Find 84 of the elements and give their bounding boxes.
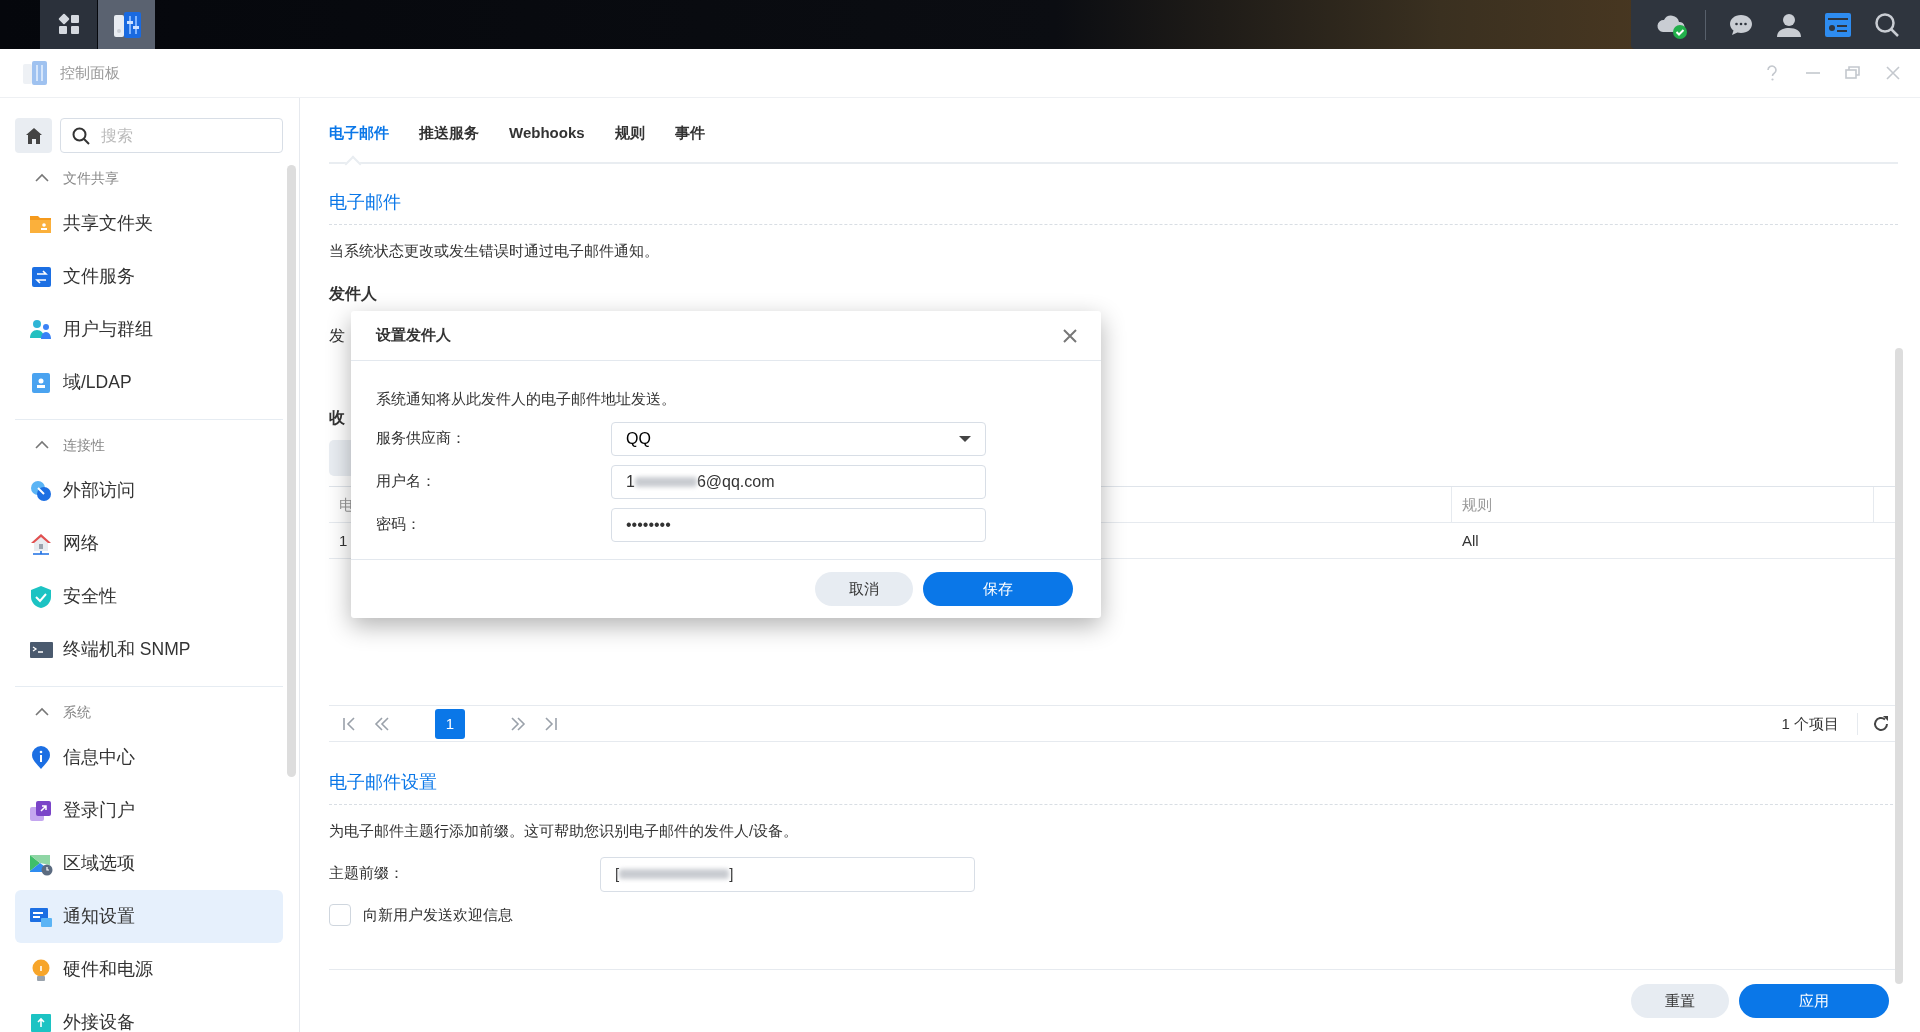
next-page-icon[interactable] <box>509 714 527 733</box>
restore-icon[interactable] <box>1844 64 1862 82</box>
chevron-icon <box>35 440 49 450</box>
taskbar-app-button[interactable] <box>98 0 155 49</box>
provider-dropdown[interactable]: QQ <box>611 421 986 456</box>
users-icon <box>29 317 53 342</box>
control-panel-icon <box>22 60 48 86</box>
sidebar-item[interactable]: 网络 <box>15 517 283 570</box>
sidebar-item[interactable]: 硬件和电源 <box>15 943 283 996</box>
home-button[interactable] <box>15 118 52 153</box>
house-icon <box>29 531 53 556</box>
subsection-heading: 收 <box>329 408 345 429</box>
control-panel-icon <box>112 10 141 39</box>
sidebar-item[interactable]: 外部访问 <box>15 464 283 517</box>
close-icon[interactable] <box>1063 328 1077 343</box>
tab[interactable]: 事件 <box>674 121 720 162</box>
shield-check-icon <box>29 584 53 609</box>
taskbar-app-button[interactable] <box>40 0 97 49</box>
description-text: 当系统状态更改或发生错误时通过电子邮件通知。 <box>329 241 660 261</box>
sidebar-item[interactable]: 外接设备 <box>15 996 283 1032</box>
field-value: •••••••• <box>626 514 671 535</box>
sidebar-item[interactable]: 信息中心 <box>15 731 283 784</box>
apps-grid-icon <box>56 12 81 37</box>
reset-button[interactable]: 重置 <box>1631 984 1729 1018</box>
sidebar-item[interactable]: 区域选项 <box>15 837 283 890</box>
field-value: 6@qq.com <box>696 471 775 492</box>
sidebar-item[interactable]: 共享文件夹 <box>15 197 283 250</box>
section-heading: 电子邮件 <box>329 164 1898 225</box>
subject-prefix-field[interactable]: [ ] <box>600 856 975 892</box>
sidebar-item[interactable]: 安全性 <box>15 570 283 623</box>
username-field[interactable]: 1 6@qq.com <box>611 464 986 499</box>
section-header[interactable]: 系统 <box>15 693 97 731</box>
apply-button[interactable]: 应用 <box>1739 984 1889 1018</box>
sidebar-item[interactable]: 通知设置 <box>15 890 283 943</box>
refresh-icon[interactable] <box>1872 714 1890 733</box>
description-text: 系统通知将从此发件人的电子邮件地址发送。 <box>376 390 677 409</box>
table-cell-text: All <box>1462 530 1479 551</box>
field-value: 1 <box>626 471 635 492</box>
field-label: 用户名： <box>376 471 437 491</box>
widgets-icon[interactable] <box>1824 11 1852 38</box>
field-label: 主题前缀： <box>329 864 405 884</box>
field-label: 服务供应商： <box>376 428 467 448</box>
blurred-text <box>634 476 697 487</box>
subsection-heading: 发件人 <box>329 284 378 305</box>
window-title: 控制面板 <box>60 62 120 83</box>
home-icon <box>24 126 43 145</box>
sidebar-item[interactable]: 域/LDAP <box>15 356 283 409</box>
chevron-icon <box>35 707 49 717</box>
tab[interactable]: 规则 <box>614 121 660 162</box>
info-pin-icon <box>29 745 53 770</box>
field-value: ] <box>729 863 734 884</box>
contact-card-icon <box>29 370 53 395</box>
portal-arrow-icon <box>29 798 53 823</box>
caret-icon <box>959 435 971 442</box>
tab[interactable]: 推送服务 <box>419 121 494 162</box>
search-icon[interactable] <box>1874 11 1900 38</box>
file-transfer-icon <box>29 264 53 289</box>
field-label: 密码： <box>376 514 422 534</box>
label-text: 发 <box>329 326 345 347</box>
scrollbar[interactable] <box>287 165 296 777</box>
previous-page-icon[interactable] <box>373 714 391 733</box>
checkbox-label: 向新用户发送欢迎信息 <box>363 904 513 925</box>
sidebar-item[interactable]: 登录门户 <box>15 784 283 837</box>
link-circles-icon <box>29 478 53 503</box>
dialog-title: 设置发件人 <box>376 325 451 346</box>
item-count: 1 个项目 <box>1781 712 1858 736</box>
field-value: [ <box>615 863 620 884</box>
user-icon[interactable] <box>1776 11 1802 38</box>
password-field[interactable]: •••••••• <box>611 507 986 542</box>
section-header[interactable]: 连接性 <box>15 426 111 464</box>
section-header[interactable]: 文件共享 <box>15 159 125 197</box>
table-cell: 1 <box>339 531 348 549</box>
checkbox[interactable] <box>329 903 351 926</box>
sidebar-item[interactable]: 用户与群组 <box>15 303 283 356</box>
cancel-button[interactable]: 取消 <box>815 572 913 606</box>
chevron-icon <box>35 173 49 183</box>
sidebar-item[interactable]: 文件服务 <box>15 250 283 303</box>
description-text: 为电子邮件主题行添加前缀。这可帮助您识别电子邮件的发件人/设备。 <box>329 821 800 841</box>
page-button[interactable]: 1 <box>435 708 465 739</box>
sidebar-item[interactable]: 终端机和 SNMP <box>15 623 283 676</box>
save-button[interactable]: 保存 <box>923 572 1073 606</box>
search-field[interactable]: 搜索 <box>60 118 283 153</box>
tab[interactable]: Webhooks <box>509 121 600 162</box>
scrollbar[interactable] <box>1895 348 1903 984</box>
